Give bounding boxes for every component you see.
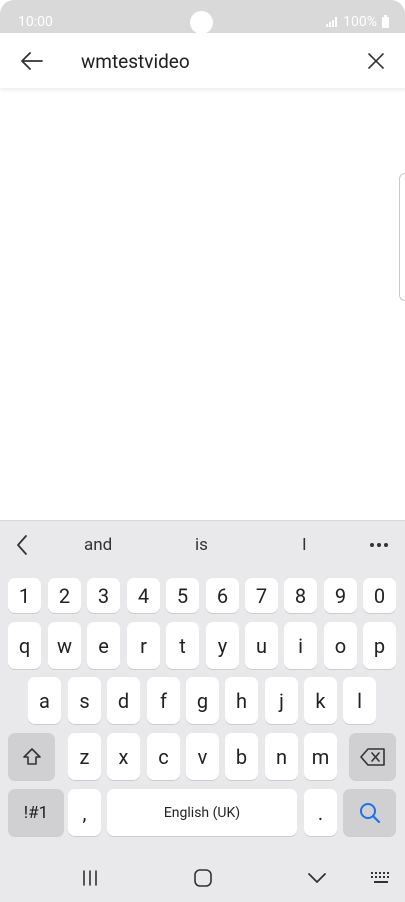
navigation-bar: [0, 853, 405, 902]
keyboard-toolbar-back-button[interactable]: [10, 533, 34, 557]
key-m[interactable]: m: [304, 733, 337, 780]
key-7[interactable]: 7: [245, 578, 278, 613]
close-icon: [368, 53, 384, 69]
keyboard-switch-button[interactable]: [366, 865, 396, 891]
recent-apps-button[interactable]: [75, 865, 105, 891]
key-b[interactable]: b: [225, 733, 258, 780]
search-input[interactable]: [81, 47, 351, 75]
status-time: 10:00: [18, 14, 53, 30]
key-0[interactable]: 0: [363, 578, 396, 613]
search-key[interactable]: [343, 789, 396, 836]
front-camera: [190, 11, 213, 34]
status-indicators: 100%: [326, 14, 389, 30]
backspace-key[interactable]: [349, 733, 396, 780]
key-5[interactable]: 5: [166, 578, 199, 613]
arrow-left-icon: [21, 52, 43, 70]
key-w[interactable]: w: [48, 622, 81, 669]
battery-icon: [382, 14, 389, 28]
key-f[interactable]: f: [147, 677, 180, 724]
shift-icon: [22, 747, 41, 765]
keyboard-icon: [371, 872, 389, 883]
symbols-key[interactable]: !#1: [8, 789, 64, 836]
key-l[interactable]: l: [343, 677, 376, 724]
key-o[interactable]: o: [324, 622, 357, 669]
on-screen-keyboard: and is I 1 2 3 4 5 6 7 8 9 0 q w e r t y…: [0, 520, 405, 902]
backspace-icon: [359, 747, 385, 766]
key-h[interactable]: h: [225, 677, 258, 724]
chevron-down-icon: [308, 873, 326, 883]
key-e[interactable]: e: [87, 622, 120, 669]
key-c[interactable]: c: [147, 733, 180, 780]
battery-percent: 100%: [343, 14, 377, 30]
comma-key[interactable]: ,: [68, 789, 101, 836]
edge-panel-handle[interactable]: [399, 173, 405, 301]
dot: [370, 543, 374, 547]
key-r[interactable]: r: [127, 622, 160, 669]
search-bar: [0, 33, 405, 88]
home-button[interactable]: [188, 865, 218, 891]
key-g[interactable]: g: [186, 677, 219, 724]
recents-icon: [83, 870, 97, 886]
key-3[interactable]: 3: [87, 578, 120, 613]
key-9[interactable]: 9: [324, 578, 357, 613]
key-t[interactable]: t: [166, 622, 199, 669]
period-key[interactable]: .: [304, 789, 337, 836]
home-icon: [194, 869, 212, 887]
hide-keyboard-button[interactable]: [302, 865, 332, 891]
key-6[interactable]: 6: [206, 578, 239, 613]
back-button[interactable]: [17, 46, 47, 76]
key-4[interactable]: 4: [127, 578, 160, 613]
dot: [384, 543, 388, 547]
suggestion-2[interactable]: is: [195, 535, 208, 555]
key-u[interactable]: u: [245, 622, 278, 669]
key-n[interactable]: n: [265, 733, 298, 780]
chevron-left-icon: [17, 535, 27, 555]
suggestion-1[interactable]: and: [84, 535, 112, 555]
key-x[interactable]: x: [107, 733, 140, 780]
more-options-button[interactable]: [367, 533, 391, 557]
key-i[interactable]: i: [284, 622, 317, 669]
key-z[interactable]: z: [68, 733, 101, 780]
key-a[interactable]: a: [28, 677, 61, 724]
shift-key[interactable]: [8, 733, 55, 780]
key-y[interactable]: y: [206, 622, 239, 669]
space-key[interactable]: English (UK): [107, 789, 297, 836]
suggestion-bar: and is I: [0, 521, 405, 569]
status-bar: 10:00 100%: [0, 0, 405, 34]
key-1[interactable]: 1: [8, 578, 41, 613]
search-icon: [359, 802, 380, 823]
key-s[interactable]: s: [68, 677, 101, 724]
key-v[interactable]: v: [186, 733, 219, 780]
key-d[interactable]: d: [107, 677, 140, 724]
key-p[interactable]: p: [363, 622, 396, 669]
key-k[interactable]: k: [304, 677, 337, 724]
key-2[interactable]: 2: [48, 578, 81, 613]
signal-icon: [326, 17, 338, 27]
suggestion-3[interactable]: I: [302, 535, 307, 555]
search-results-area: [0, 88, 405, 520]
dot: [377, 543, 381, 547]
key-j[interactable]: j: [265, 677, 298, 724]
clear-search-button[interactable]: [361, 46, 391, 76]
key-q[interactable]: q: [8, 622, 41, 669]
key-8[interactable]: 8: [284, 578, 317, 613]
